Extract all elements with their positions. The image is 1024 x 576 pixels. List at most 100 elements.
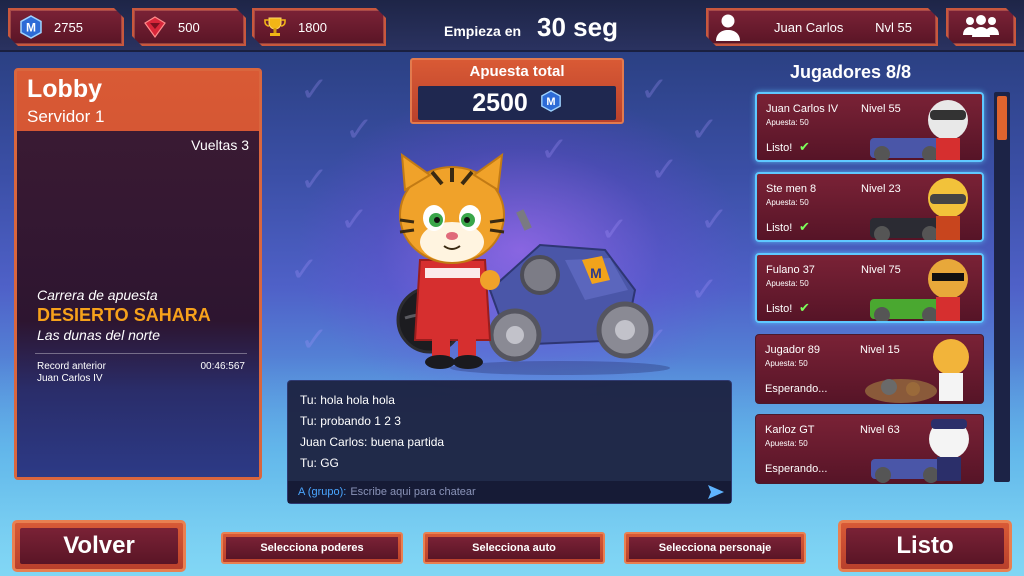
m-coin-icon: M xyxy=(18,14,44,40)
pattern-logo: ✓ xyxy=(345,110,374,150)
select-character-label: Selecciona personaje xyxy=(629,537,801,559)
player-card[interactable]: Jugador 89 Nivel 15 Apuesta: 50 Esperand… xyxy=(755,334,984,404)
divider xyxy=(35,353,247,354)
svg-text:M: M xyxy=(590,265,602,281)
pattern-logo: ✓ xyxy=(690,110,719,150)
player-card[interactable]: Karloz GT Nivel 63 Apuesta: 50 Esperando… xyxy=(755,414,984,484)
ready-button-label: Listo xyxy=(896,532,954,559)
pattern-logo: ✓ xyxy=(340,200,369,240)
gems-counter: 500 xyxy=(132,8,246,46)
trophies-counter: 1800 xyxy=(252,8,386,46)
player-bet: Apuesta: 50 xyxy=(765,439,808,448)
chat-input-row: A (grupo): xyxy=(288,481,731,503)
checkmark-icon: ✔ xyxy=(799,220,810,235)
select-car-label: Selecciona auto xyxy=(428,537,600,559)
profile-name: Juan Carlos xyxy=(774,19,844,35)
ready-button[interactable]: Listo xyxy=(838,520,1012,572)
player-bet: Apuesta: 50 xyxy=(766,198,809,207)
gems-value: 500 xyxy=(178,19,200,35)
total-bet-value: 2500 xyxy=(472,88,528,117)
player-card[interactable]: Fulano 37 Nivel 75 Apuesta: 50 Listo! ✔ xyxy=(755,253,984,323)
player-status: Esperando... xyxy=(765,463,828,475)
trophy-icon xyxy=(262,14,288,40)
countdown-value: 30 seg xyxy=(537,12,618,42)
players-scrollbar[interactable] xyxy=(994,92,1010,482)
chat-message: Juan Carlos: buena partida xyxy=(300,435,445,449)
player-profile[interactable]: Juan Carlos Nvl 55 xyxy=(706,8,938,46)
trophies-value: 1800 xyxy=(298,19,327,35)
coins-counter: M 2755 xyxy=(8,8,124,46)
chat-message: Tu: probando 1 2 3 xyxy=(300,414,401,428)
player-card[interactable]: Ste men 8 Nivel 23 Apuesta: 50 Listo! ✔ xyxy=(755,172,984,242)
player-name: Karloz GT xyxy=(765,424,815,436)
lobby-title: Lobby xyxy=(27,75,102,103)
countdown-label: Empieza en xyxy=(444,23,522,39)
back-button[interactable]: Volver xyxy=(12,520,186,572)
player-avatar xyxy=(870,178,968,240)
player-avatar xyxy=(870,100,968,160)
checkmark-icon: ✔ xyxy=(799,140,810,155)
player-name: Jugador 89 xyxy=(765,344,821,356)
lobby-panel: Lobby Servidor 1 Vueltas 3 Carrera de ap… xyxy=(14,68,262,480)
player-name: Ste men 8 xyxy=(766,183,817,195)
player-bet: Apuesta: 50 xyxy=(766,118,809,127)
player-bet: Apuesta: 50 xyxy=(766,279,809,288)
player-avatar xyxy=(870,259,968,321)
player-status: Listo! xyxy=(766,142,793,154)
player-avatar xyxy=(871,419,969,483)
record-label: Record anterior xyxy=(37,361,106,372)
pattern-logo: ✓ xyxy=(700,200,729,240)
player-card[interactable]: Juan Carlos IV Nivel 55 Apuesta: 50 List… xyxy=(755,92,984,162)
player-status: Listo! xyxy=(766,303,793,315)
lobby-server: Servidor 1 xyxy=(27,107,105,126)
lobby-track-info: Vueltas 3 Carrera de apuesta DESIERTO SA… xyxy=(17,131,259,477)
coins-value: 2755 xyxy=(54,19,83,35)
select-car-button[interactable]: Selecciona auto xyxy=(423,532,605,564)
laps-label: Vueltas 3 xyxy=(191,137,249,153)
back-button-label: Volver xyxy=(63,532,135,559)
chat-input[interactable] xyxy=(350,486,691,498)
total-bet-label: Apuesta total xyxy=(469,63,565,80)
top-bar: M 2755 500 1800 Empieza en 30 seg Juan C… xyxy=(0,0,1024,52)
chat-channel-prefix: A (grupo): xyxy=(298,486,347,498)
players-title: Jugadores 8/8 xyxy=(790,62,912,82)
red-gem-icon xyxy=(142,14,168,40)
players-list: Juan Carlos IV Nivel 55 Apuesta: 50 List… xyxy=(755,92,985,484)
svg-text:M: M xyxy=(26,21,36,35)
player-status: Listo! xyxy=(766,222,793,234)
pattern-logo: ✓ xyxy=(300,160,329,200)
player-character-preview: M xyxy=(370,150,670,375)
back-button-face: Volver xyxy=(20,528,178,564)
pattern-logo: ✓ xyxy=(290,250,319,290)
send-icon[interactable] xyxy=(707,484,725,500)
race-mode: Carrera de apuesta xyxy=(37,287,158,303)
select-powers-label: Selecciona poderes xyxy=(226,537,398,559)
avatar-icon xyxy=(710,9,746,45)
track-subtitle: Las dunas del norte xyxy=(37,327,160,343)
total-bet-value-box: 2500 M xyxy=(418,86,616,120)
record-holder: Juan Carlos IV xyxy=(37,373,103,384)
pattern-logo: ✓ xyxy=(300,70,329,110)
tiger-racer xyxy=(396,152,505,369)
bottom-bar: Volver Selecciona poderes Selecciona aut… xyxy=(0,520,1024,576)
player-name: Fulano 37 xyxy=(766,264,815,276)
select-powers-button[interactable]: Selecciona poderes xyxy=(221,532,403,564)
player-avatar xyxy=(865,339,969,403)
total-bet-panel: Apuesta total 2500 M xyxy=(410,58,624,124)
select-character-button[interactable]: Selecciona personaje xyxy=(624,532,806,564)
checkmark-icon: ✔ xyxy=(799,301,810,316)
chat-panel: Tu: hola hola hola Tu: probando 1 2 3 Ju… xyxy=(287,380,732,504)
m-coin-icon: M xyxy=(540,90,562,116)
group-icon xyxy=(962,13,1000,41)
profile-level: Nvl 55 xyxy=(875,19,912,35)
record-info: Record anterior Juan Carlos IV xyxy=(37,361,106,385)
ready-button-face: Listo xyxy=(846,528,1004,564)
svg-text:M: M xyxy=(546,96,555,108)
player-name: Juan Carlos IV xyxy=(766,103,839,115)
scrollbar-thumb[interactable] xyxy=(997,96,1007,140)
player-status: Esperando... xyxy=(765,383,828,395)
chat-message: Tu: GG xyxy=(300,456,339,470)
pattern-logo: ✓ xyxy=(640,70,669,110)
friends-button[interactable] xyxy=(946,8,1016,46)
countdown: Empieza en 30 seg xyxy=(444,12,618,43)
